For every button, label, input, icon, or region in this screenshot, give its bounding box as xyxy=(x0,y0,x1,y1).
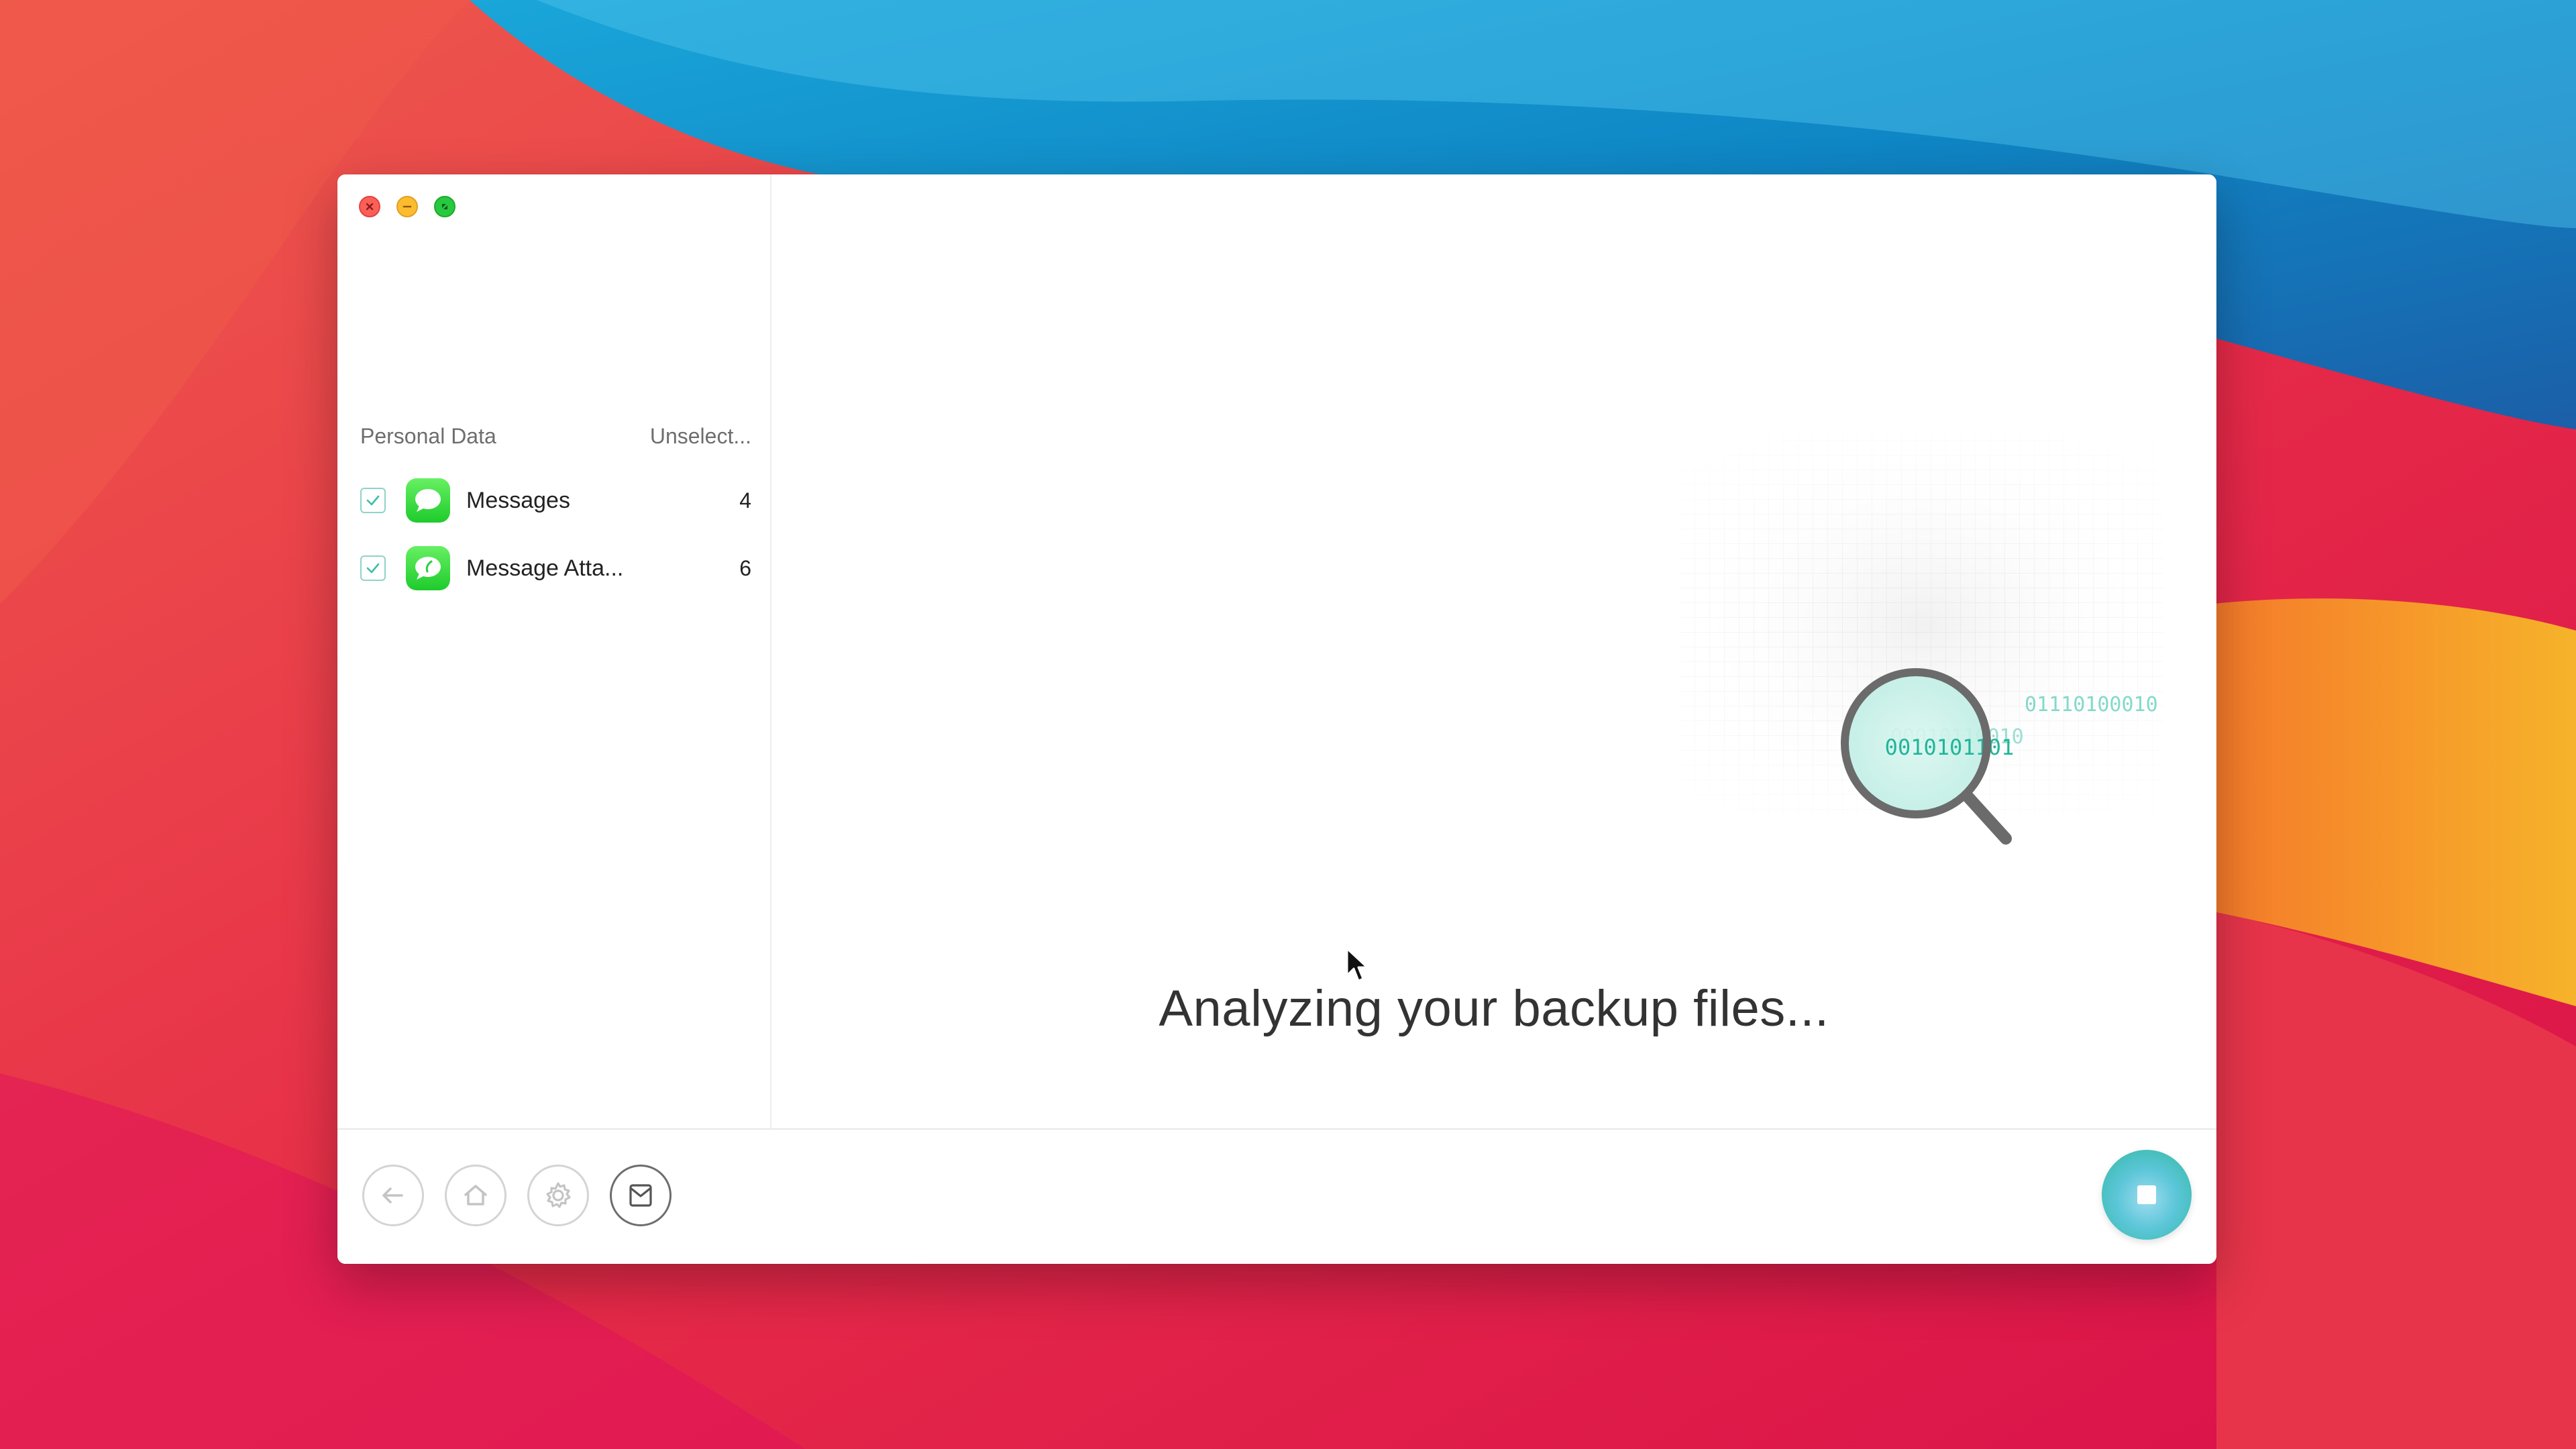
mail-icon xyxy=(629,1184,652,1207)
close-icon xyxy=(366,203,374,211)
window-controls xyxy=(359,196,455,217)
back-button[interactable] xyxy=(362,1165,424,1226)
home-icon xyxy=(464,1185,487,1205)
item-label: Messages xyxy=(466,487,570,513)
bottom-toolbar xyxy=(337,1128,2216,1264)
checkbox-message-attachments[interactable] xyxy=(360,555,386,581)
settings-button[interactable] xyxy=(527,1165,589,1226)
sidebar: Personal Data Unselect... Messages 4 Mes… xyxy=(337,174,771,1130)
item-count: 6 xyxy=(739,555,751,580)
minimize-window-button[interactable] xyxy=(396,196,418,217)
mouse-cursor-icon xyxy=(1346,947,1368,982)
feedback-mail-button[interactable] xyxy=(610,1165,672,1226)
desktop-wallpaper: Personal Data Unselect... Messages 4 Mes… xyxy=(0,0,2576,1449)
item-label: Message Atta... xyxy=(466,555,624,581)
messages-app-icon xyxy=(406,478,450,523)
stop-icon xyxy=(2137,1185,2156,1204)
item-count: 4 xyxy=(739,488,751,513)
fullscreen-icon xyxy=(442,204,447,209)
analyzing-status-text: Analyzing your backup files... xyxy=(1159,980,1829,1037)
close-window-button[interactable] xyxy=(359,196,380,217)
gear-icon xyxy=(546,1182,571,1208)
unselect-all-button[interactable]: Unselect... xyxy=(650,424,751,449)
main-panel: 01110100010 00010110010 0010101101 Analy… xyxy=(771,174,2216,1130)
checkmark-icon xyxy=(366,563,380,574)
message-attachment-icon xyxy=(406,546,450,590)
home-button[interactable] xyxy=(445,1165,506,1226)
app-window: Personal Data Unselect... Messages 4 Mes… xyxy=(337,174,2216,1264)
section-title: Personal Data xyxy=(360,424,496,448)
checkbox-messages[interactable] xyxy=(360,488,386,513)
stop-scan-button[interactable] xyxy=(2102,1150,2192,1240)
minimize-icon xyxy=(402,205,412,208)
zoom-window-button[interactable] xyxy=(434,196,455,217)
list-item-message-attachments[interactable]: Message Atta... 6 xyxy=(360,541,751,595)
scanning-magnifier-graphic: 01110100010 00010110010 0010101101 xyxy=(1680,429,2163,845)
binary-line-2: 01110100010 xyxy=(2025,693,2158,716)
sidebar-header: Personal Data Unselect... xyxy=(360,424,751,449)
back-icon xyxy=(382,1187,403,1203)
binary-line-1: 0010101101 xyxy=(1885,735,2015,760)
checkmark-icon xyxy=(366,495,380,506)
list-item-messages[interactable]: Messages 4 xyxy=(360,474,751,527)
